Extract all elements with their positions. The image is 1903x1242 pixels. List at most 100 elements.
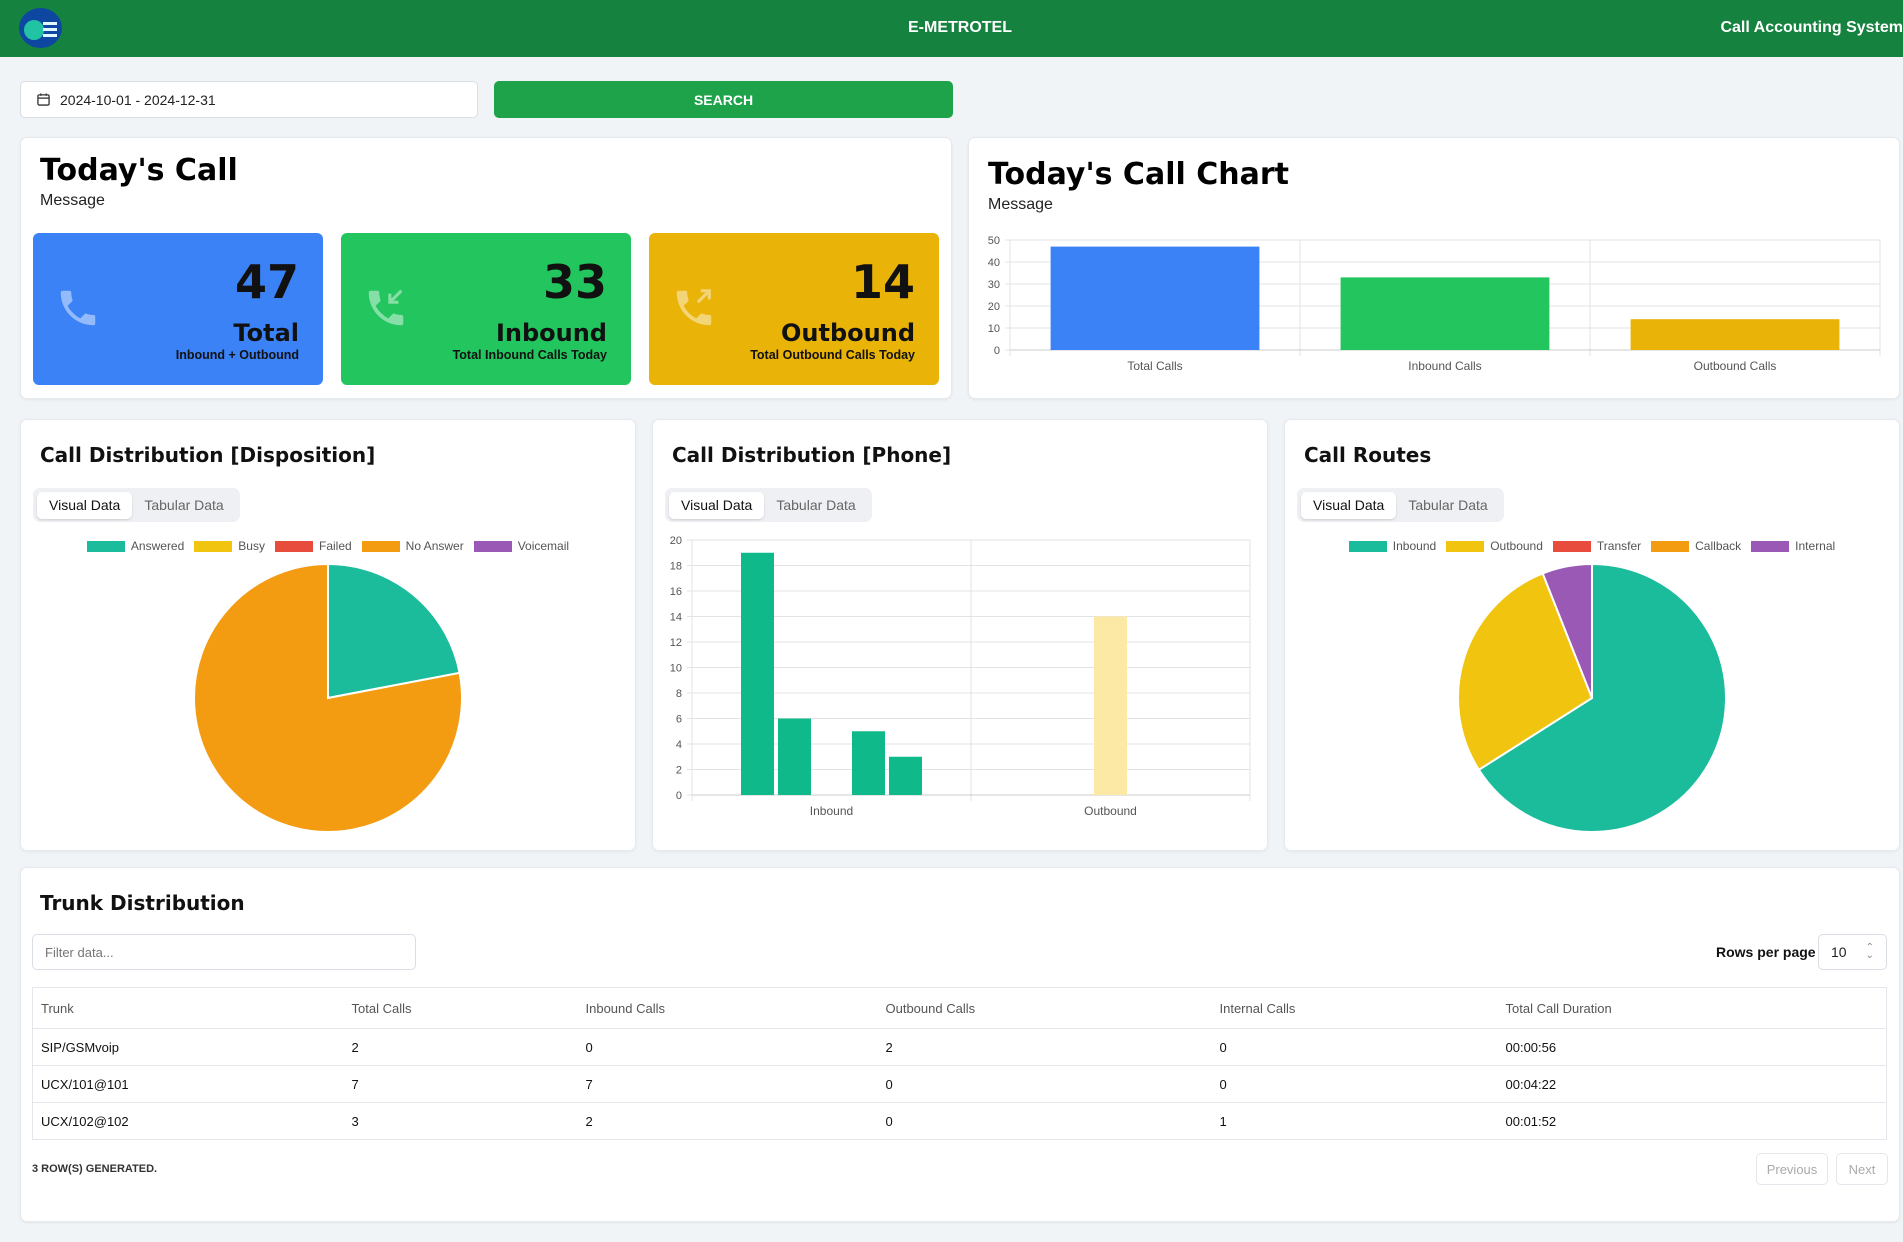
legend-swatch xyxy=(1651,540,1690,552)
trunk-table: Trunk Total Calls Inbound Calls Outbound… xyxy=(32,987,1887,1140)
table-cell: 00:01:52 xyxy=(1497,1102,1887,1140)
chevron-updown-icon: ⌃ ⌄ xyxy=(1865,942,1874,961)
legend-swatch xyxy=(1751,540,1790,552)
todays-chart-title: Today's Call Chart xyxy=(988,157,1289,192)
stat-inbound-value: 33 xyxy=(542,255,607,309)
legend-label: Internal xyxy=(1795,539,1836,553)
bar xyxy=(1094,616,1127,795)
bar xyxy=(1050,246,1260,350)
table-cell: 0 xyxy=(1211,1065,1498,1103)
bar xyxy=(1340,277,1550,350)
y-tick-label: 6 xyxy=(676,714,682,726)
legend-item[interactable]: Inbound xyxy=(1348,539,1436,553)
legend-item[interactable]: Failed xyxy=(274,539,352,553)
table-cell: 0 xyxy=(877,1065,1212,1103)
legend-swatch xyxy=(1552,540,1591,552)
stat-card-inbound: 33 Inbound Total Inbound Calls Today xyxy=(341,233,631,385)
legend-item[interactable]: No Answer xyxy=(361,539,464,553)
bar xyxy=(889,756,922,795)
column-header[interactable]: Internal Calls xyxy=(1211,987,1498,1029)
stat-inbound-desc: Total Inbound Calls Today xyxy=(452,348,607,362)
routes-tabs: Visual Data Tabular Data xyxy=(1297,488,1504,522)
stat-outbound-desc: Total Outbound Calls Today xyxy=(750,348,915,362)
todays-call-subtitle: Message xyxy=(40,192,105,209)
table-cell: 00:00:56 xyxy=(1497,1028,1887,1066)
phone-bar-chart: 0 2 4 6 8 10 12 14 16 18 20 Inbound Outbound xyxy=(670,535,1251,818)
legend-item[interactable]: Transfer xyxy=(1552,539,1641,553)
disposition-title: Call Distribution [Disposition] xyxy=(40,443,376,467)
column-header[interactable]: Total Calls xyxy=(343,987,578,1029)
next-button[interactable]: Next xyxy=(1836,1153,1888,1185)
date-range-value: 2024-10-01 - 2024-12-31 xyxy=(60,91,216,108)
column-header[interactable]: Trunk xyxy=(32,987,344,1029)
table-header-row: Trunk Total Calls Inbound Calls Outbound… xyxy=(32,987,1887,1029)
legend-swatch xyxy=(1348,540,1387,552)
legend-item[interactable]: Callback xyxy=(1651,539,1741,553)
legend-label: Failed xyxy=(318,539,352,553)
legend-item[interactable]: Internal xyxy=(1751,539,1835,553)
tab-visual-data[interactable]: Visual Data xyxy=(1301,491,1397,519)
y-tick-label: 0 xyxy=(676,790,682,802)
legend-swatch xyxy=(473,540,512,552)
tab-visual-data[interactable]: Visual Data xyxy=(37,491,133,519)
x-tick-label: Inbound Calls xyxy=(1408,359,1481,373)
routes-legend: Inbound Outbound Transfer Callback Inter… xyxy=(1284,539,1900,553)
y-tick-label: 8 xyxy=(676,688,682,700)
y-tick-label: 30 xyxy=(988,279,1000,291)
table-row[interactable]: UCX/102@102 3 2 0 1 00:01:52 xyxy=(32,1102,1887,1140)
calendar-icon xyxy=(37,93,50,106)
disposition-pie-chart xyxy=(193,562,463,833)
stat-card-outbound: 14 Outbound Total Outbound Calls Today xyxy=(649,233,939,385)
stat-outbound-label: Outbound xyxy=(781,319,915,347)
legend-item[interactable]: Voicemail xyxy=(473,539,569,553)
date-range-picker[interactable]: 2024-10-01 - 2024-12-31 xyxy=(20,81,478,118)
tab-tabular-data[interactable]: Tabular Data xyxy=(1396,492,1499,519)
table-cell: 1 xyxy=(1211,1102,1498,1140)
x-tick-label: Outbound xyxy=(1084,804,1137,818)
y-tick-label: 14 xyxy=(670,612,682,624)
legend-label: Callback xyxy=(1695,539,1742,553)
legend-item[interactable]: Answered xyxy=(86,539,185,553)
table-cell: 2 xyxy=(577,1102,878,1140)
column-header[interactable]: Total Call Duration xyxy=(1497,987,1887,1029)
stat-inbound-label: Inbound xyxy=(495,319,607,347)
rows-per-page-label: Rows per page xyxy=(1716,944,1816,960)
disposition-tabs: Visual Data Tabular Data xyxy=(33,488,240,522)
table-cell: 0 xyxy=(877,1102,1212,1140)
brand-title: E-METROTEL xyxy=(908,19,1012,36)
legend-swatch xyxy=(361,540,400,552)
table-cell: UCX/101@101 xyxy=(32,1065,344,1103)
stat-total-value: 47 xyxy=(234,255,299,309)
y-tick-label: 20 xyxy=(988,301,1000,313)
table-row[interactable]: UCX/101@101 7 7 0 0 00:04:22 xyxy=(32,1065,1887,1103)
y-tick-label: 12 xyxy=(670,637,682,649)
top-bar: E-METROTEL Call Accounting System xyxy=(0,0,1903,57)
rows-per-page-select[interactable]: 10 ⌃ ⌄ xyxy=(1818,934,1887,970)
stat-total-label: Total xyxy=(233,319,299,347)
stat-outbound-value: 14 xyxy=(850,255,915,309)
tab-tabular-data[interactable]: Tabular Data xyxy=(764,492,867,519)
bar xyxy=(852,731,885,795)
disposition-legend: Answered Busy Failed No Answer Voicemail xyxy=(20,539,636,553)
table-cell: 3 xyxy=(343,1102,578,1140)
legend-item[interactable]: Busy xyxy=(194,539,265,553)
table-cell: 7 xyxy=(577,1065,878,1103)
table-cell: 2 xyxy=(343,1028,578,1066)
legend-label: Answered xyxy=(130,539,185,553)
y-tick-label: 20 xyxy=(670,535,682,547)
filter-input[interactable] xyxy=(32,934,416,970)
tab-visual-data[interactable]: Visual Data xyxy=(669,491,765,519)
y-tick-label: 40 xyxy=(988,257,1000,269)
previous-button[interactable]: Previous xyxy=(1756,1153,1828,1185)
x-tick-label: Total Calls xyxy=(1127,359,1182,373)
rows-per-page-value: 10 xyxy=(1831,944,1847,960)
search-button[interactable]: SEARCH xyxy=(494,81,953,118)
legend-label: No Answer xyxy=(405,539,464,553)
column-header[interactable]: Inbound Calls xyxy=(577,987,878,1029)
tab-tabular-data[interactable]: Tabular Data xyxy=(132,492,235,519)
table-row[interactable]: SIP/GSMvoip 2 0 2 0 00:00:56 xyxy=(32,1028,1887,1066)
legend-item[interactable]: Outbound xyxy=(1446,539,1543,553)
trunk-title: Trunk Distribution xyxy=(40,891,245,915)
y-tick-label: 16 xyxy=(670,586,682,598)
column-header[interactable]: Outbound Calls xyxy=(877,987,1212,1029)
